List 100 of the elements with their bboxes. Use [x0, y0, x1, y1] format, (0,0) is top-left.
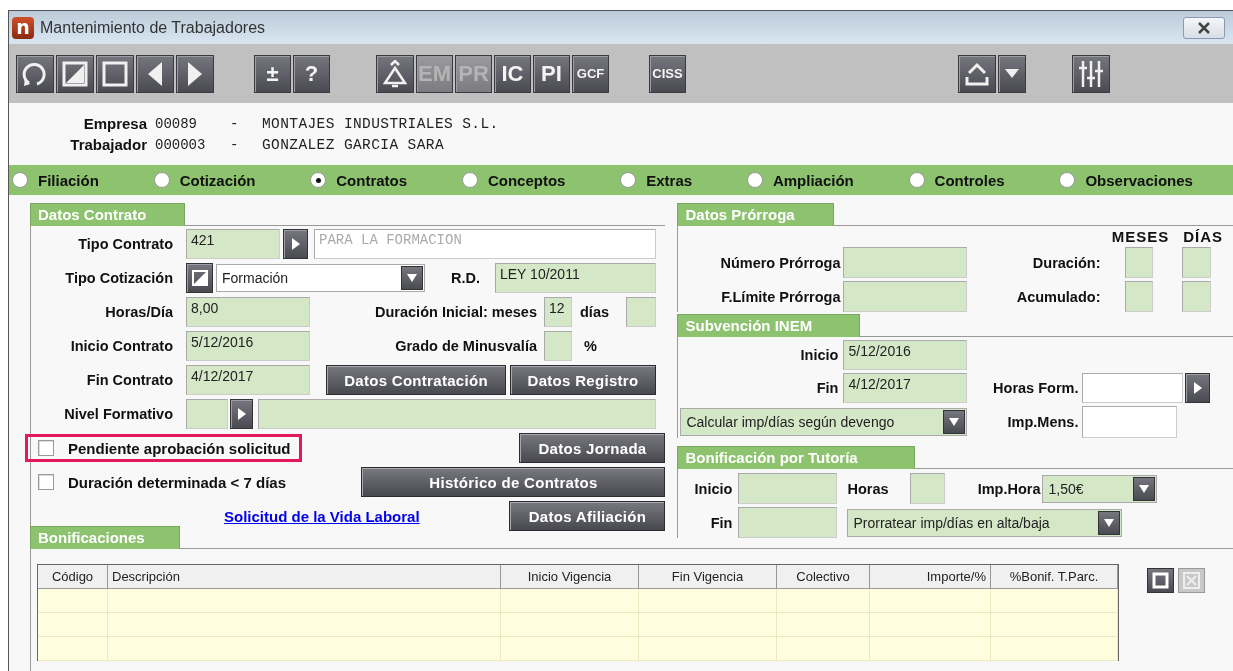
toolbar-icon-button[interactable] [96, 54, 134, 93]
checkbox[interactable] [38, 440, 54, 456]
vida-laboral-link[interactable]: Solicitud de la Vida Laboral [224, 507, 420, 525]
field-label: F.Límite Prórroga [720, 288, 841, 305]
column-header: Código [38, 565, 108, 589]
section-radio[interactable]: Conceptos [461, 171, 566, 189]
input-field[interactable] [1125, 281, 1154, 312]
toolbar-button[interactable]: GCF [572, 54, 609, 93]
edit-button[interactable] [186, 263, 213, 293]
dropdown-field[interactable]: Prorratear imp/días en alta/baja [847, 508, 1123, 537]
section-radio[interactable]: Contratos [310, 171, 408, 189]
lookup-button[interactable] [283, 229, 308, 259]
checkbox[interactable] [38, 474, 54, 490]
input-field[interactable]: 4/12/2017 [843, 373, 968, 403]
column-header: DÍAS [1183, 227, 1223, 245]
input-field[interactable] [738, 473, 838, 504]
input-field[interactable] [258, 399, 656, 429]
section-radio[interactable]: Filiación [12, 171, 99, 189]
toolbar-icon-button[interactable] [1072, 54, 1110, 93]
column-header: %Bonif. T.Parc. [991, 565, 1118, 589]
section-radio[interactable]: Observaciones [1059, 171, 1193, 189]
section-radio[interactable]: Extras [620, 171, 693, 189]
input-field[interactable] [910, 473, 946, 504]
action-button[interactable]: Datos Registro [510, 365, 656, 395]
input-field[interactable] [738, 507, 838, 538]
toolbar-button[interactable]: IC [494, 54, 531, 93]
lookup-button[interactable] [1185, 373, 1211, 403]
toolbar-button[interactable]: ± [254, 54, 291, 93]
section-radio[interactable]: Controles [908, 171, 1005, 189]
column-header: Colectivo [777, 565, 870, 589]
play-icon [1192, 382, 1203, 394]
column-header: Importe/% [870, 565, 991, 589]
radio-button[interactable] [310, 172, 327, 188]
field-label: Tipo Contrato [77, 236, 173, 252]
field-label: Inicio [799, 347, 839, 363]
lookup-button[interactable] [230, 399, 253, 429]
toolbar-button[interactable]: CISS [649, 54, 686, 93]
input-field[interactable]: LEY 10/2011 [495, 263, 656, 293]
field-label: Duración Inicial: meses [374, 304, 537, 320]
delete-icon [1183, 572, 1200, 589]
caret-icon [1104, 516, 1115, 529]
input-field[interactable] [1082, 406, 1178, 438]
input-field[interactable] [1182, 247, 1212, 278]
radio-button[interactable] [908, 172, 925, 188]
input-field[interactable]: 4/12/2017 [186, 365, 310, 395]
input-field[interactable]: 5/12/2016 [843, 340, 968, 370]
field-label: Tipo Cotización [64, 270, 173, 286]
section-radio[interactable]: Ampliación [746, 171, 854, 189]
input-field[interactable] [1082, 373, 1184, 403]
field-label: Grado de Minusvalía [394, 338, 537, 354]
dropdown-field[interactable]: Calcular imp/días según devengo [680, 408, 968, 436]
caret-icon [1139, 482, 1150, 495]
radio-button[interactable] [153, 172, 170, 188]
input-field[interactable] [186, 399, 228, 429]
section-radio[interactable]: Cotización [153, 171, 256, 189]
header-label: Empresa [82, 115, 147, 132]
field-label: días [580, 304, 610, 320]
toolbar-icon-button[interactable] [998, 54, 1026, 93]
toolbar-button[interactable]: ? [293, 54, 330, 93]
radio-button[interactable] [620, 172, 637, 188]
table-cell [38, 589, 108, 613]
input-field[interactable] [626, 297, 656, 327]
input-field[interactable]: 5/12/2016 [186, 331, 310, 361]
radio-button[interactable] [1059, 172, 1076, 188]
add-row-button[interactable] [1147, 568, 1174, 593]
toolbar-icon-button[interactable] [16, 54, 54, 93]
dropdown-field[interactable]: Formación [216, 264, 425, 292]
input-field[interactable]: 8,00 [186, 297, 310, 327]
field-label: Inicio Contrato [69, 338, 173, 354]
caret-icon [949, 416, 960, 428]
toolbar-icon-button[interactable] [958, 54, 996, 93]
input-field[interactable] [843, 247, 968, 278]
toolbar-icon-button[interactable] [56, 54, 94, 93]
toolbar-button[interactable]: PI [533, 54, 570, 93]
field-label: Horas Form. [992, 380, 1079, 396]
radio-button[interactable] [12, 172, 28, 188]
close-button[interactable] [1183, 16, 1225, 39]
column-header: MESES [1111, 227, 1170, 245]
input-field[interactable]: 421 [186, 229, 280, 259]
action-button[interactable]: Datos Contratación [326, 365, 506, 395]
field-label: Inicio [693, 480, 733, 497]
bell-icon [382, 59, 408, 88]
toolbar-icon-button[interactable] [136, 54, 174, 93]
input-field[interactable] [1125, 247, 1154, 278]
input-field[interactable] [843, 281, 968, 312]
action-button[interactable]: Histórico de Contratos [361, 467, 666, 497]
header-name: GONZALEZ GARCIA SARA [262, 136, 445, 153]
action-button[interactable]: Datos Afiliación [509, 501, 666, 531]
radio-button[interactable] [746, 172, 763, 188]
input-field[interactable]: 12 [544, 297, 572, 327]
toolbar-icon-button[interactable] [376, 54, 414, 93]
dropdown-field[interactable]: 1,50€ [1042, 474, 1158, 503]
header-label: Trabajador [69, 136, 147, 153]
input-field[interactable] [544, 331, 572, 361]
action-button[interactable]: Datos Jornada [519, 433, 666, 463]
window-title: Mantenimiento de Trabajadores [40, 18, 267, 37]
play-icon [236, 408, 247, 420]
input-field[interactable] [1182, 281, 1212, 312]
toolbar-icon-button[interactable] [176, 54, 214, 93]
radio-button[interactable] [461, 172, 478, 188]
